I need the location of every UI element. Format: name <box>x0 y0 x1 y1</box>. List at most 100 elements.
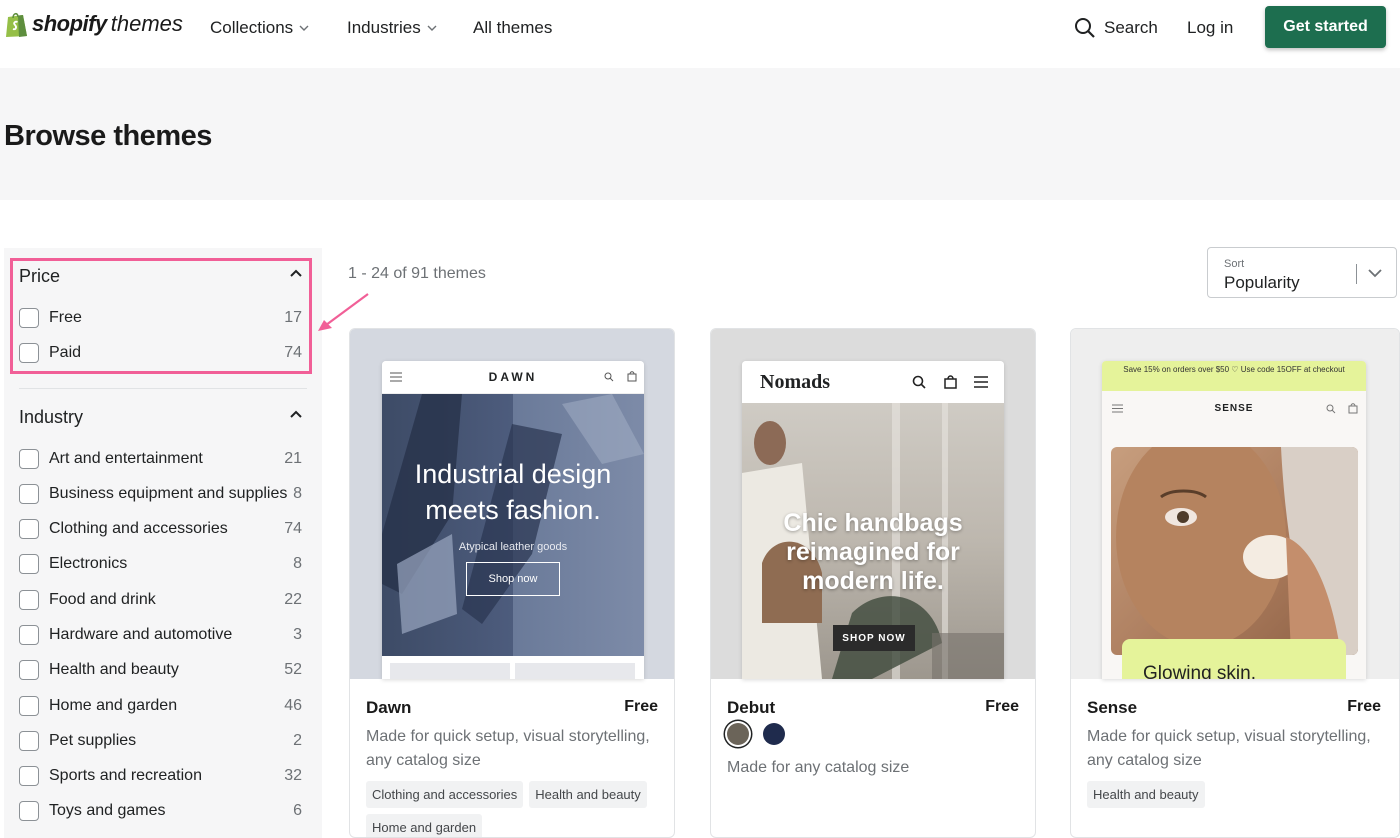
checkbox[interactable] <box>19 484 39 504</box>
swatch-brown[interactable] <box>727 723 749 745</box>
mock-headline-1: Chic handbags <box>783 509 963 537</box>
bag-icon <box>944 375 957 389</box>
filter-option-industry[interactable]: Food and drink 22 <box>19 589 302 611</box>
filter-option-industry[interactable]: Clothing and accessories 74 <box>19 518 302 540</box>
filter-option-industry[interactable]: Health and beauty 52 <box>19 659 302 681</box>
filter-option-industry[interactable]: Home and garden 46 <box>19 695 302 717</box>
search-icon <box>1326 404 1336 414</box>
checkbox[interactable] <box>19 308 39 328</box>
theme-card-debut[interactable]: Nomads Chic handbags reimagined for mode <box>710 328 1036 838</box>
mock-product-tile <box>390 663 510 679</box>
mock-shop-now-button: SHOP NOW <box>833 625 915 651</box>
theme-tag[interactable]: Health and beauty <box>529 781 647 808</box>
cart-icon <box>627 371 637 382</box>
mock-brand: Nomads <box>760 371 831 393</box>
theme-preview[interactable]: DAWN Industrial design meets fashion. At… <box>350 329 674 679</box>
checkbox[interactable] <box>19 696 39 716</box>
color-swatches <box>727 723 785 745</box>
filter-label: Business equipment and supplies <box>49 485 288 502</box>
filter-label: Electronics <box>49 555 128 572</box>
theme-card-dawn[interactable]: DAWN Industrial design meets fashion. At… <box>349 328 675 838</box>
filter-count: 74 <box>284 520 302 537</box>
checkbox[interactable] <box>19 625 39 645</box>
sort-select[interactable]: Sort Popularity <box>1207 247 1397 298</box>
filter-option-industry[interactable]: Sports and recreation 32 <box>19 765 302 787</box>
theme-card-sense[interactable]: Save 15% on orders over $50 ♡ Use code 1… <box>1070 328 1400 838</box>
filter-option-industry[interactable]: Electronics 8 <box>19 553 302 575</box>
filter-option-industry[interactable]: Hardware and automotive 3 <box>19 624 302 646</box>
mock-headline-1: Industrial design <box>414 459 612 489</box>
brand-shopify: shopify <box>32 11 107 36</box>
phone-mockup: DAWN Industrial design meets fashion. At… <box>382 361 644 679</box>
theme-preview[interactable]: Save 15% on orders over $50 ♡ Use code 1… <box>1071 329 1399 679</box>
theme-tag[interactable]: Clothing and accessories <box>366 781 524 808</box>
checkbox[interactable] <box>19 766 39 786</box>
filter-option-free[interactable]: Free 17 <box>19 307 302 329</box>
theme-description: Made for quick setup, visual storytellin… <box>366 728 650 769</box>
nav-collections-label: Collections <box>210 18 294 37</box>
filter-label: Toys and games <box>49 802 166 819</box>
theme-tags: Clothing and accessories Health and beau… <box>366 781 666 837</box>
mock-promo-banner: Save 15% on orders over $50 ♡ Use code 1… <box>1102 361 1366 391</box>
filter-count: 52 <box>284 661 302 678</box>
filter-label: Free <box>49 309 82 326</box>
swatch-navy[interactable] <box>763 723 785 745</box>
filter-count: 22 <box>284 591 302 608</box>
theme-tag[interactable]: Home and garden <box>366 814 483 837</box>
nav-industries[interactable]: Industries <box>347 18 437 38</box>
checkbox[interactable] <box>19 801 39 821</box>
filter-label: Pet supplies <box>49 732 137 749</box>
filter-label: Home and garden <box>49 697 178 714</box>
filter-label: Art and entertainment <box>49 450 203 467</box>
search-button[interactable]: Search <box>1074 17 1158 39</box>
nav-collections[interactable]: Collections <box>210 18 309 38</box>
theme-name[interactable]: Debut <box>727 698 775 718</box>
chevron-up-icon[interactable] <box>290 269 302 277</box>
mock-hero-image <box>1111 447 1358 655</box>
checkbox[interactable] <box>19 554 39 574</box>
nav-industries-label: Industries <box>347 18 421 37</box>
checkbox[interactable] <box>19 660 39 680</box>
theme-tag[interactable]: Health and beauty <box>1087 781 1205 808</box>
mock-shop-now-button: Shop now <box>466 562 560 596</box>
checkbox[interactable] <box>19 343 39 363</box>
chevron-up-icon[interactable] <box>290 410 302 418</box>
shopify-themes-logo[interactable]: shopify themes <box>4 10 183 38</box>
search-icon <box>1075 18 1095 38</box>
top-nav: shopify themes Collections Industries Al… <box>0 0 1400 68</box>
theme-description: Made for any catalog size <box>727 759 910 776</box>
filter-option-industry[interactable]: Business equipment and supplies 8 <box>19 483 302 505</box>
filter-option-industry[interactable]: Pet supplies 2 <box>19 730 302 752</box>
theme-description: Made for quick setup, visual storytellin… <box>1087 728 1371 769</box>
get-started-button[interactable]: Get started <box>1265 6 1386 48</box>
theme-name[interactable]: Dawn <box>366 698 411 718</box>
checkbox[interactable] <box>19 731 39 751</box>
checkbox[interactable] <box>19 590 39 610</box>
filter-option-industry[interactable]: Art and entertainment 21 <box>19 448 302 470</box>
filter-count: 6 <box>293 802 302 819</box>
mock-headline-2: meets fashion. <box>425 495 601 525</box>
filter-label: Sports and recreation <box>49 767 202 784</box>
mock-headline-3: modern life. <box>802 567 944 595</box>
theme-price: Free <box>624 698 658 715</box>
filter-count: 3 <box>293 626 302 643</box>
filter-divider <box>19 388 307 389</box>
filter-option-industry[interactable]: Toys and games 6 <box>19 800 302 822</box>
theme-preview[interactable]: Nomads Chic handbags reimagined for mode <box>711 329 1035 679</box>
theme-tags: Health and beauty <box>1087 781 1387 808</box>
brand-themes: themes <box>110 11 183 36</box>
nav-all-themes[interactable]: All themes <box>473 18 552 38</box>
cart-icon <box>1348 403 1358 414</box>
industry-filter-heading[interactable]: Industry <box>19 407 83 428</box>
filter-label: Food and drink <box>49 591 156 608</box>
price-filter-heading[interactable]: Price <box>19 266 60 287</box>
checkbox[interactable] <box>19 519 39 539</box>
filter-option-paid[interactable]: Paid 74 <box>19 342 302 364</box>
chevron-down-icon <box>299 25 309 31</box>
checkbox[interactable] <box>19 449 39 469</box>
theme-name[interactable]: Sense <box>1087 698 1137 718</box>
filter-label: Paid <box>49 344 82 361</box>
theme-price: Free <box>985 698 1019 715</box>
search-icon <box>604 372 614 382</box>
login-link[interactable]: Log in <box>1187 18 1233 38</box>
